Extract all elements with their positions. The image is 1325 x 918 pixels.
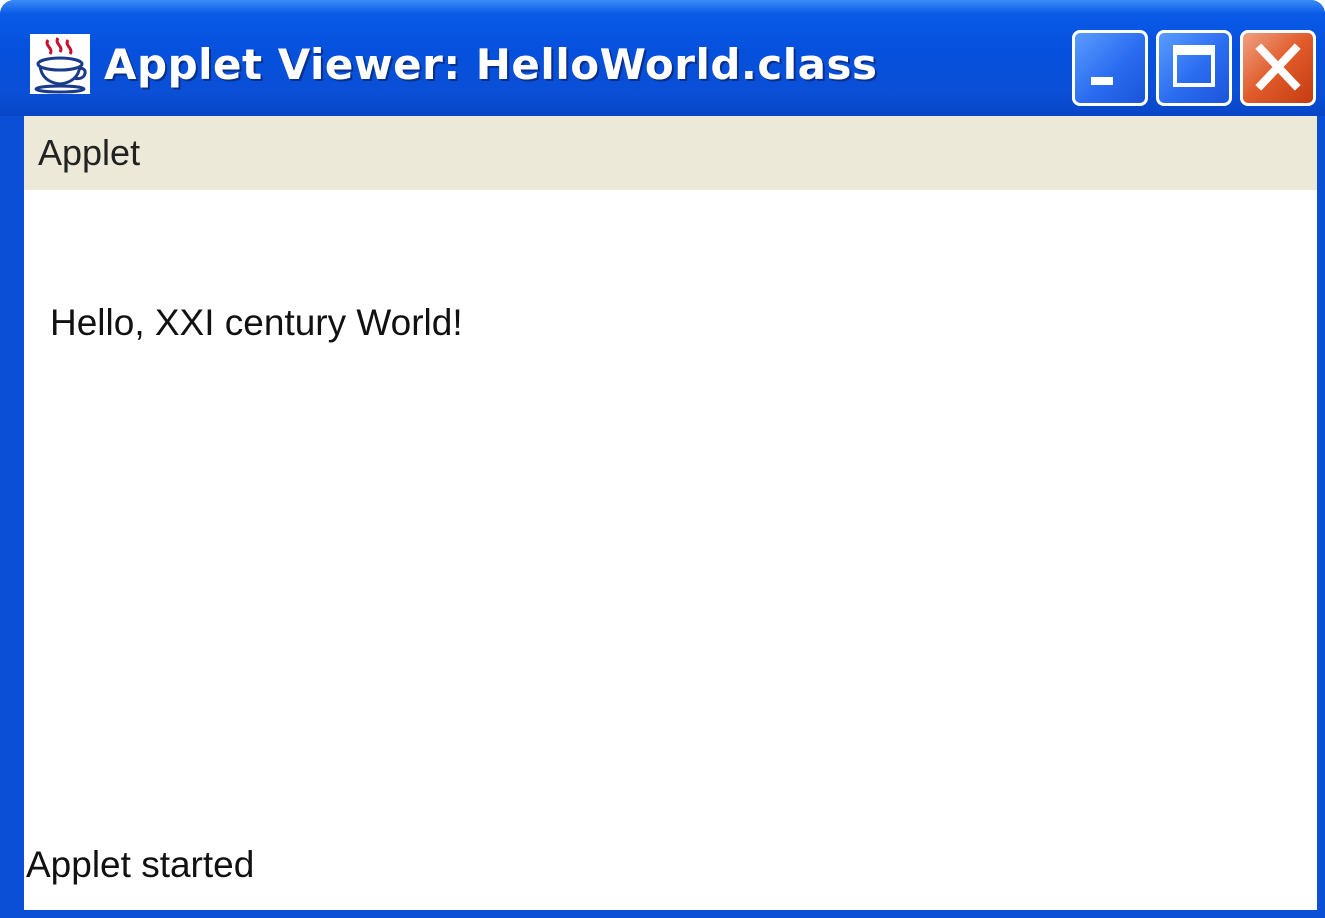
menu-applet[interactable]: Applet bbox=[38, 132, 140, 174]
title-bar[interactable]: Applet Viewer: HelloWorld.class bbox=[0, 0, 1325, 116]
minimize-button[interactable] bbox=[1072, 30, 1148, 106]
minimize-icon bbox=[1091, 77, 1113, 85]
window-title: Applet Viewer: HelloWorld.class bbox=[104, 40, 878, 89]
close-button[interactable] bbox=[1240, 30, 1316, 106]
applet-message: Hello, XXI century World! bbox=[50, 302, 463, 343]
close-icon bbox=[1255, 43, 1301, 91]
status-text: Applet started bbox=[26, 844, 255, 885]
client-area: Applet Hello, XXI century World! Applet … bbox=[24, 116, 1317, 910]
applet-panel: Hello, XXI century World! Applet started bbox=[24, 190, 1317, 910]
applet-viewer-window: Applet Viewer: HelloWorld.class Applet H… bbox=[0, 0, 1325, 918]
maximize-button[interactable] bbox=[1156, 30, 1232, 106]
java-cup-icon[interactable] bbox=[30, 34, 90, 94]
maximize-icon bbox=[1173, 45, 1215, 87]
menu-bar: Applet bbox=[24, 116, 1317, 190]
